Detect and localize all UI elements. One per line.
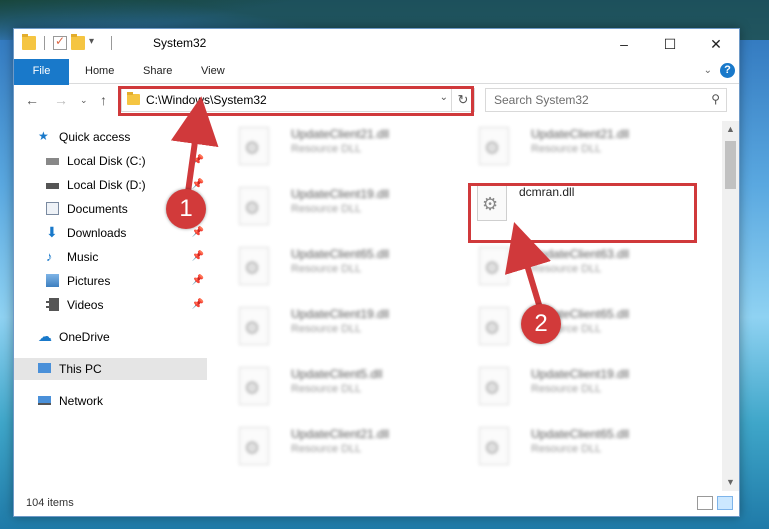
arrow-to-address-bar bbox=[170, 96, 219, 193]
arrow-to-file bbox=[504, 222, 551, 309]
annotation-arrows bbox=[170, 96, 551, 309]
step-badge-2: 2 bbox=[521, 304, 561, 344]
step-badge-1: 1 bbox=[166, 189, 206, 229]
